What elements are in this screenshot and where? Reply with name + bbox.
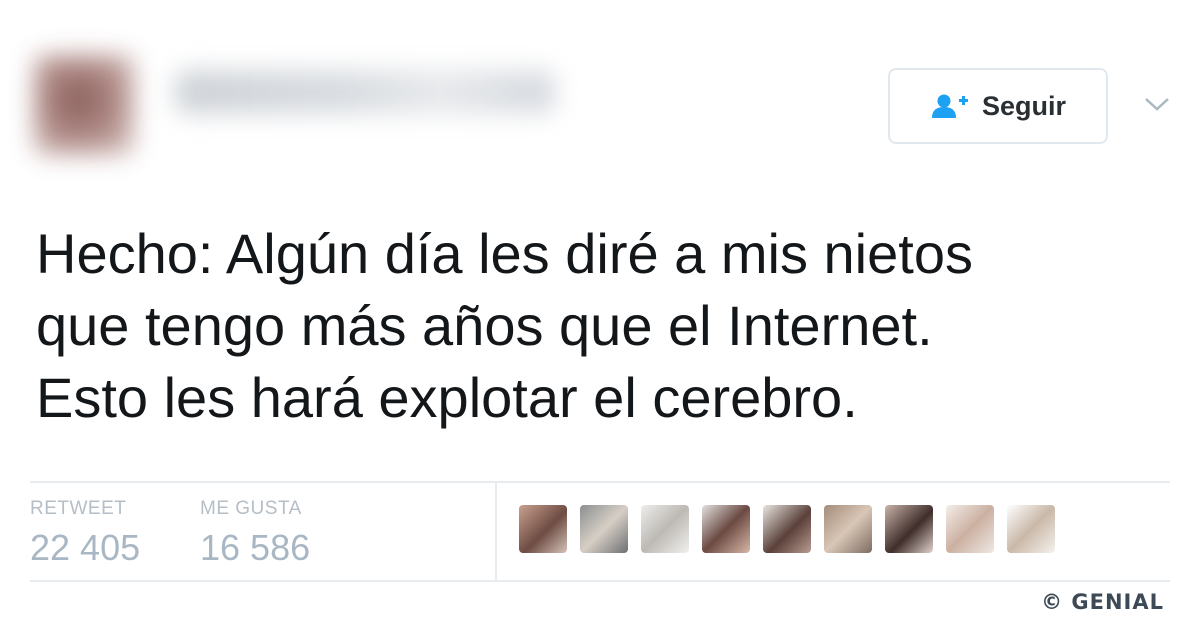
tweet-line-1: Hecho: Algún día les diré a mis nietos xyxy=(36,222,973,285)
stats-top-divider xyxy=(30,481,1170,483)
liker-avatars xyxy=(519,505,1055,553)
retweet-count: 22 405 xyxy=(30,527,141,568)
stats-bottom-divider xyxy=(30,580,1170,582)
tweet-line-2: que tengo más años que el Internet. xyxy=(36,294,933,357)
like-stat[interactable]: ME GUSTA 16 586 xyxy=(200,498,310,570)
author-avatar[interactable] xyxy=(34,55,134,155)
liker-avatar[interactable] xyxy=(641,505,689,553)
liker-avatar[interactable] xyxy=(1007,505,1055,553)
tweet-text: Hecho: Algún día les diré a mis nietos q… xyxy=(36,218,1176,434)
author-name-blurred[interactable] xyxy=(175,70,555,114)
liker-avatar[interactable] xyxy=(519,505,567,553)
liker-avatar[interactable] xyxy=(824,505,872,553)
like-count: 16 586 xyxy=(200,527,311,568)
liker-avatar[interactable] xyxy=(885,505,933,553)
follow-button[interactable]: Seguir xyxy=(888,68,1108,144)
chevron-down-icon[interactable] xyxy=(1142,92,1172,116)
tweet-line-3: Esto les hará explotar el cerebro. xyxy=(36,366,858,429)
liker-avatar[interactable] xyxy=(702,505,750,553)
like-label: ME GUSTA xyxy=(200,498,302,519)
retweet-label: RETWEET xyxy=(30,498,127,519)
follow-label: Seguir xyxy=(981,90,1067,121)
liker-avatar[interactable] xyxy=(763,505,811,553)
watermark: © GENIAL xyxy=(1041,590,1164,614)
stats-vertical-divider xyxy=(495,483,497,580)
retweet-stat[interactable]: RETWEET 22 405 xyxy=(30,498,140,570)
liker-avatar[interactable] xyxy=(580,505,628,553)
add-user-icon xyxy=(930,93,970,119)
liker-avatar[interactable] xyxy=(946,505,994,553)
tweet-card: Seguir Hecho: Algún día les diré a mis n… xyxy=(0,0,1200,630)
